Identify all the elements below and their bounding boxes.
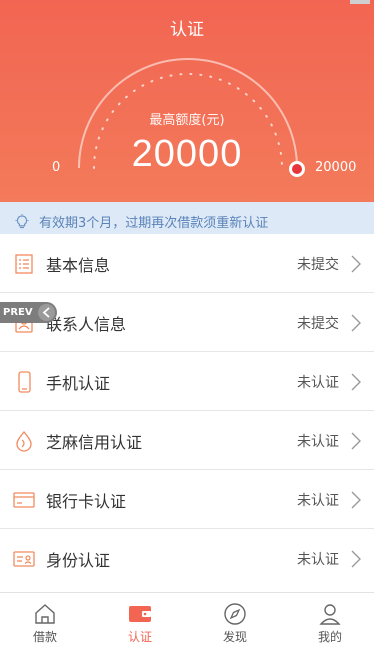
list-item-label: 基本信息 bbox=[46, 255, 111, 275]
bank-card-icon bbox=[13, 491, 35, 508]
list-item-label: 身份认证 bbox=[46, 550, 111, 570]
status-text: 未认证 bbox=[297, 374, 339, 391]
chevron-right-icon bbox=[351, 550, 361, 567]
status-text: 未提交 bbox=[297, 315, 339, 332]
status-text: 未认证 bbox=[297, 551, 339, 568]
list-item-label: 联系人信息 bbox=[46, 314, 127, 334]
tab-borrow[interactable]: 借款 bbox=[0, 593, 92, 645]
tab-verify[interactable]: 认证 bbox=[93, 593, 187, 645]
tab-mine[interactable]: 我的 bbox=[283, 593, 374, 645]
bottom-tab-bar: 借款 认证 发现 我的 bbox=[0, 592, 374, 645]
chevron-right-icon bbox=[351, 432, 361, 449]
sesame-credit-icon bbox=[16, 430, 32, 452]
gauge-label: 最高额度(元) bbox=[149, 113, 225, 128]
status-text: 未认证 bbox=[297, 433, 339, 450]
list-item-contact-info[interactable]: 联系人信息 未提交 bbox=[0, 293, 374, 352]
notice-text: 有效期3个月，过期再次借款须重新认证 bbox=[39, 216, 269, 231]
prev-label: PREV bbox=[3, 307, 33, 318]
list-item-label: 芝麻信用认证 bbox=[46, 432, 143, 452]
list-item-sesame-credit[interactable]: 芝麻信用认证 未认证 bbox=[0, 411, 374, 470]
list-item-bank-card[interactable]: 银行卡认证 未认证 bbox=[0, 470, 374, 529]
status-text: 未提交 bbox=[297, 256, 339, 273]
wallet-icon bbox=[129, 606, 151, 622]
header: 认证 最高额度(元) 20000 0 20000 bbox=[0, 0, 374, 202]
chevron-right-icon bbox=[351, 255, 361, 272]
gauge-max-label: 20000 bbox=[315, 160, 357, 175]
list-item-label: 银行卡认证 bbox=[46, 491, 127, 511]
tab-label: 发现 bbox=[222, 630, 247, 644]
chevron-right-icon bbox=[351, 373, 361, 390]
list-item-phone-verification[interactable]: 手机认证 未认证 bbox=[0, 352, 374, 411]
list-icon bbox=[15, 253, 33, 274]
list-item-identity[interactable]: 身份认证 未认证 bbox=[0, 529, 374, 588]
gauge-min-label: 0 bbox=[52, 160, 61, 175]
list-item-basic-info[interactable]: 基本信息 未提交 bbox=[0, 234, 374, 293]
chevron-left-icon bbox=[38, 304, 55, 321]
tab-discover[interactable]: 发现 bbox=[188, 593, 282, 645]
phone-icon bbox=[18, 370, 31, 393]
list-item-label: 手机认证 bbox=[46, 373, 111, 393]
lightbulb-icon bbox=[15, 213, 29, 228]
home-icon bbox=[35, 604, 55, 624]
compass-icon bbox=[224, 603, 246, 625]
chevron-right-icon bbox=[351, 491, 361, 508]
user-icon bbox=[319, 604, 341, 625]
prev-button[interactable]: PREV bbox=[0, 302, 57, 323]
id-card-icon bbox=[13, 550, 35, 567]
tab-label: 我的 bbox=[317, 630, 342, 644]
chevron-right-icon bbox=[351, 314, 361, 331]
status-text: 未认证 bbox=[297, 492, 339, 509]
tab-label: 借款 bbox=[32, 630, 57, 644]
tab-label: 认证 bbox=[127, 630, 152, 644]
